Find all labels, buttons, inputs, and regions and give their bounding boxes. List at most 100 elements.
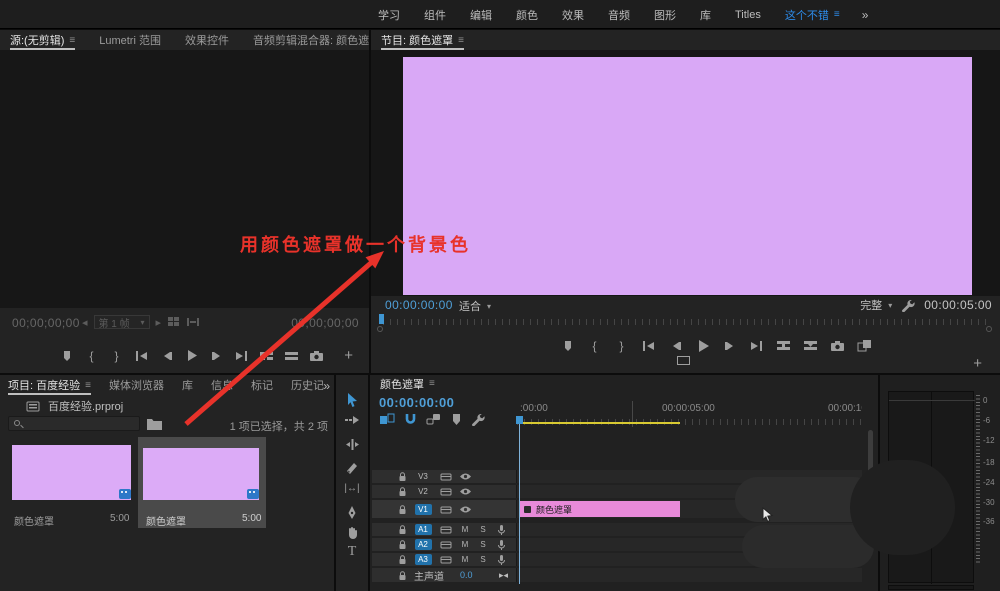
timeline-playhead-head[interactable] [516,416,523,424]
mute-button[interactable]: M [456,555,474,564]
tab-media-browser[interactable]: 媒体浏览器 [109,377,164,393]
timeline-clip-color-matte[interactable]: 颜色遮罩 [520,501,680,517]
track-select-tool[interactable] [336,415,368,426]
program-current-timecode[interactable]: 00:00:00:00 [385,298,453,312]
tab-lumetri-scopes[interactable]: Lumetri 范围 [99,32,161,48]
workspace-overflow-icon[interactable]: » [862,8,869,22]
track-header-v2[interactable]: V2 [372,485,517,498]
panel-menu-icon[interactable]: ≡ [429,378,435,389]
search-input[interactable] [8,416,140,431]
type-tool[interactable]: T [336,544,368,560]
track-header-a1[interactable]: A1 M S [372,523,517,536]
workspace-tab-assembly[interactable]: 组件 [412,7,458,23]
fit-icon[interactable]: ▸◂ [499,570,508,581]
project-file-row[interactable]: 百度经验.prproj [26,398,123,414]
workspace-tab-edit[interactable]: 编辑 [458,7,504,23]
play-icon[interactable] [183,348,200,363]
ripple-edit-tool[interactable] [336,438,368,451]
workspace-tab-color[interactable]: 颜色 [504,7,550,23]
goto-out-icon[interactable] [233,348,250,363]
mark-in-icon[interactable]: { [586,338,603,353]
lock-icon[interactable] [394,524,410,535]
mark-in-icon[interactable]: { [83,348,100,363]
goto-out-icon[interactable] [748,338,765,353]
tab-info[interactable]: 信息 [211,377,233,393]
tab-audio-clip-mixer[interactable]: 音频剪辑混合器: 颜色遮罩 [253,32,369,48]
mute-button[interactable]: M [456,540,474,549]
lock-icon[interactable] [394,471,410,482]
snap-magnet-icon[interactable] [404,412,417,425]
tab-program[interactable]: 节目: 颜色遮罩≡ [381,30,464,50]
workspace-menu-icon[interactable]: ≡ [834,9,840,20]
solo-button[interactable]: S [474,525,492,534]
tab-effect-controls[interactable]: 效果控件 [185,32,229,48]
solo-button[interactable]: S [474,555,492,564]
timeline-timecode[interactable]: 00:00:00:00 [379,395,454,410]
mark-out-icon[interactable]: } [108,348,125,363]
goto-in-icon[interactable] [640,338,657,353]
source-button-editor-icon[interactable]: + [344,348,353,363]
tab-sequence[interactable]: 颜色遮罩≡ [380,375,435,392]
tab-source[interactable]: 源:(无剪辑)≡ [10,30,75,50]
slip-tool[interactable]: |↔| [336,483,368,494]
track-header-v1[interactable]: V1 [372,500,517,518]
timeline-settings-wrench-icon[interactable] [471,413,485,426]
sync-lock-icon[interactable] [436,555,456,564]
goto-in-icon[interactable] [133,348,150,363]
workspace-tab-audio[interactable]: 音频 [596,7,642,23]
add-marker-icon[interactable] [559,338,576,353]
mark-out-icon[interactable]: } [613,338,630,353]
voiceover-mic-icon[interactable] [492,554,510,566]
tab-libraries[interactable]: 库 [182,377,193,393]
project-overflow-icon[interactable]: » [323,379,330,393]
selection-tool[interactable] [336,392,368,408]
lock-icon[interactable] [394,570,410,581]
lock-icon[interactable] [394,504,410,515]
lock-icon[interactable] [394,539,410,550]
program-scrubber[interactable] [383,319,988,325]
toggle-track-output-eye-icon[interactable] [456,487,474,496]
razor-tool[interactable] [336,461,368,474]
next-frame-icon[interactable]: ▸ [156,316,162,329]
track-badge-v1[interactable]: V1 [415,504,432,515]
workspace-tab-effects[interactable]: 效果 [550,7,596,23]
sync-lock-icon[interactable] [436,525,456,534]
sync-lock-icon[interactable] [436,472,456,481]
workspace-tab-learn[interactable]: 学习 [366,7,412,23]
workspace-tab-titles[interactable]: Titles [723,9,773,21]
track-header-master[interactable]: 主声道 0.0 ▸◂ [372,568,517,582]
track-badge-a1[interactable]: A1 [415,524,432,535]
track-badge-a2[interactable]: A2 [415,539,432,550]
track-badge-a3[interactable]: A3 [415,554,432,565]
workarea-bar[interactable] [519,422,680,424]
nest-insert-icon[interactable] [379,413,395,425]
lift-icon[interactable] [775,338,792,353]
workspace-tab-libraries[interactable]: 库 [688,7,723,23]
panel-menu-icon[interactable]: ≡ [69,35,75,46]
overwrite-icon[interactable] [283,348,300,363]
toggle-track-output-eye-icon[interactable] [456,472,474,481]
step-forward-icon[interactable] [208,348,225,363]
comparison-view-icon[interactable] [856,338,873,353]
sync-lock-icon[interactable] [436,540,456,549]
sync-lock-icon[interactable] [436,487,456,496]
panel-menu-icon[interactable]: ≡ [458,35,464,46]
hand-tool[interactable] [336,525,368,539]
track-header-a2[interactable]: A2 M S [372,538,517,551]
scrub-handle-left[interactable] [377,326,383,332]
pen-tool[interactable] [336,505,368,520]
mute-button[interactable]: M [456,525,474,534]
zoom-level-dropdown[interactable]: 适合▾ [459,298,491,314]
tab-project[interactable]: 项目: 百度经验≡ [8,375,91,395]
linked-selection-icon[interactable] [426,413,441,425]
panel-menu-icon[interactable]: ≡ [85,380,91,391]
master-level-value[interactable]: 0.0 [460,570,473,580]
lock-icon[interactable] [394,486,410,497]
toggle-track-output-eye-icon[interactable] [456,505,474,514]
project-item-name[interactable]: 颜色遮罩 [146,513,186,528]
program-button-editor-icon[interactable]: + [973,356,982,371]
sync-lock-icon[interactable] [436,505,456,514]
step-back-icon[interactable] [158,348,175,363]
settings-wrench-icon[interactable] [901,299,915,312]
track-header-a3[interactable]: A3 M S [372,553,517,566]
